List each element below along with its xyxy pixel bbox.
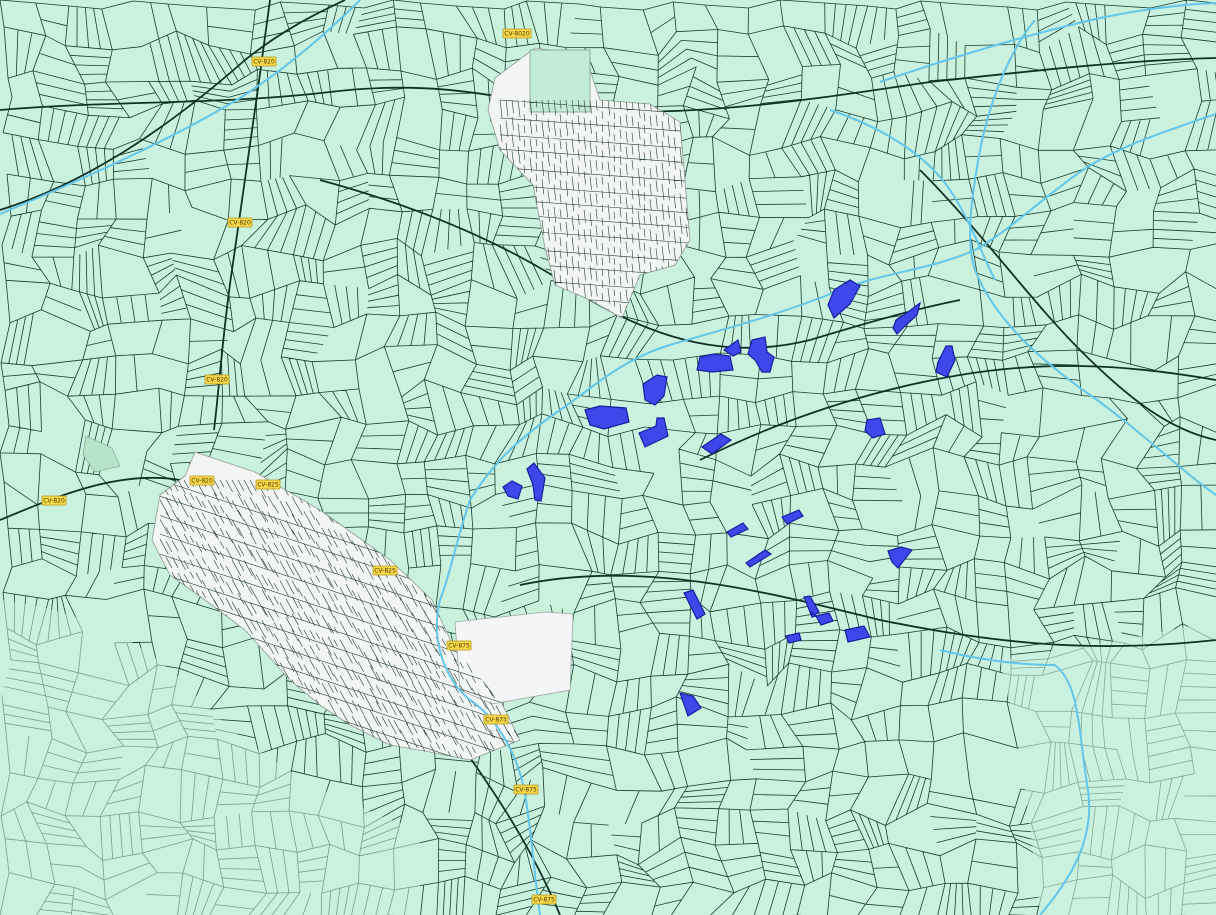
road-label-cv-south-edge: CV-875 — [531, 894, 557, 905]
road-label-cv-town-east: CV-825 — [372, 565, 398, 576]
road-label-cv-west-lower: CV-820 — [204, 374, 230, 385]
svg-text:CV-8020: CV-8020 — [504, 31, 530, 38]
svg-text:CV-820: CV-820 — [206, 377, 228, 384]
svg-text:CV-875: CV-875 — [533, 897, 555, 904]
svg-text:CV-825: CV-825 — [374, 568, 396, 575]
road-label-cv-town-west: CV-820 — [189, 475, 215, 486]
road-label-cv-town-northeast: CV-825 — [255, 479, 281, 490]
highlighted-parcel-5[interactable] — [696, 353, 734, 373]
svg-text:CV-825: CV-825 — [257, 482, 279, 489]
svg-text:CV-875: CV-875 — [485, 717, 507, 724]
road-label-cv-river-lower: CV-875 — [513, 784, 539, 795]
road-label-cv-west-edge: CV-820 — [41, 495, 67, 506]
road-label-cv-north-village: CV-8020 — [502, 28, 532, 39]
svg-text:CV-875: CV-875 — [515, 787, 537, 794]
svg-text:CV-875: CV-875 — [448, 643, 470, 650]
road-label-cv-west-top: CV-820 — [251, 56, 277, 67]
road-label-cv-town-south: CV-875 — [446, 640, 472, 651]
road-label-cv-river-upper: CV-875 — [483, 714, 509, 725]
svg-text:CV-820: CV-820 — [191, 478, 213, 485]
svg-text:CV-820: CV-820 — [253, 59, 275, 66]
road-label-cv-west-mid: CV-820 — [227, 217, 253, 228]
svg-text:CV-820: CV-820 — [43, 498, 65, 505]
map-canvas[interactable]: CV-8020 CV-820 CV-820 CV-820 CV-820 CV-8… — [0, 0, 1216, 915]
cadastral-map[interactable]: CV-8020 CV-820 CV-820 CV-820 CV-820 CV-8… — [0, 0, 1216, 915]
svg-text:CV-820: CV-820 — [229, 220, 251, 227]
